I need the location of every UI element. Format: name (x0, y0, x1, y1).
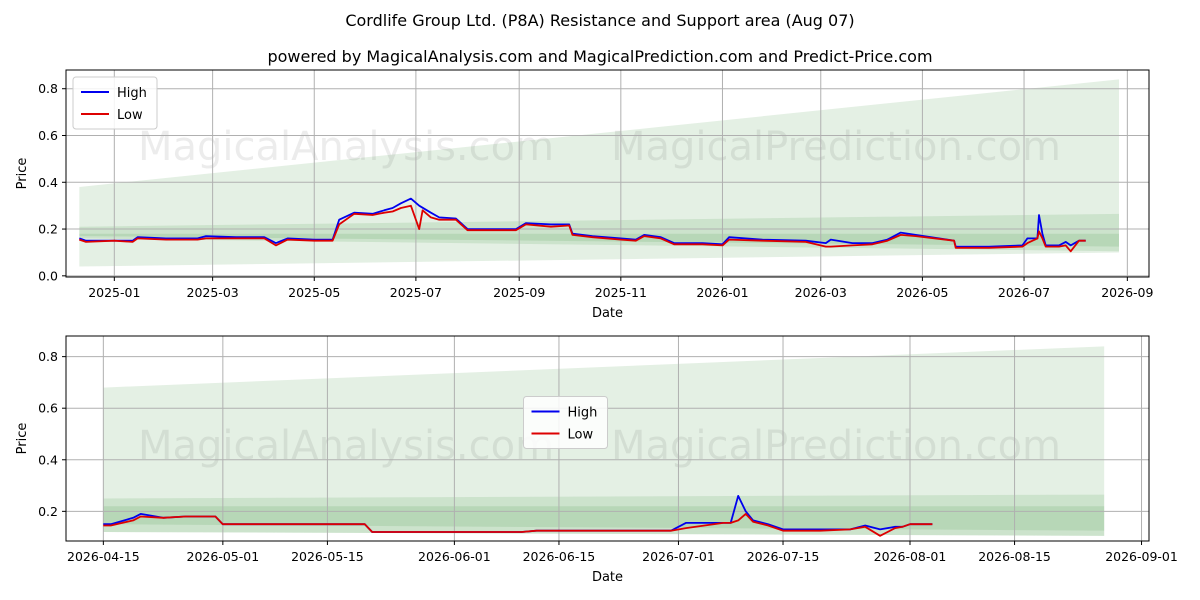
resistance-support-figure: Cordlife Group Ltd. (P8A) Resistance and… (0, 0, 1200, 600)
legend: High Low (72, 76, 158, 130)
x-tick-label: 2026-08-01 (874, 549, 947, 564)
x-tick-label: 2026-07-15 (747, 549, 820, 564)
y-tick-label: 0.2 (38, 222, 58, 237)
legend-label-high: High (568, 406, 598, 421)
y-tick-label: 0.6 (38, 401, 58, 416)
x-tick-label: 2026-07-01 (642, 549, 715, 564)
x-tick-label: 2026-08-15 (978, 549, 1051, 564)
legend-label-high: High (117, 86, 147, 101)
x-tick-label: 2025-09 (493, 285, 545, 300)
y-tick-label: 0.8 (38, 349, 58, 364)
legend-box (72, 76, 158, 130)
watermark-analysis: MagicalAnalysis.com (138, 423, 554, 469)
x-tick-label: 2026-05-01 (187, 549, 260, 564)
x-tick-label: 2025-11 (595, 285, 647, 300)
chart-subtitle: powered by MagicalAnalysis.com and Magic… (267, 47, 932, 66)
x-axis-label: Date (592, 570, 623, 585)
watermark-prediction: MagicalPrediction.com (611, 124, 1061, 170)
x-tick-label: 2025-05 (288, 285, 340, 300)
x-tick-label: 2026-09-01 (1105, 549, 1178, 564)
legend-label-low: Low (568, 428, 594, 443)
y-tick-label: 0.6 (38, 128, 58, 143)
x-tick-label: 2025-07 (390, 285, 442, 300)
x-tick-label: 2026-06-01 (418, 549, 491, 564)
x-tick-label: 2026-07 (998, 285, 1050, 300)
x-tick-label: 2026-03 (795, 285, 847, 300)
chart-title: Cordlife Group Ltd. (P8A) Resistance and… (345, 11, 854, 30)
y-axis-label: Price (15, 423, 30, 455)
legend-label-low: Low (117, 108, 143, 123)
x-tick-label: 2026-06-15 (523, 549, 596, 564)
x-tick-label: 2025-01 (88, 285, 140, 300)
y-tick-label: 0.0 (38, 268, 58, 283)
x-tick-label: 2026-04-15 (67, 549, 140, 564)
y-tick-label: 0.4 (38, 175, 58, 190)
watermark-analysis: MagicalAnalysis.com (138, 124, 554, 170)
y-tick-label: 0.2 (38, 504, 58, 519)
x-axis-label: Date (592, 306, 623, 321)
x-tick-label: 2025-03 (187, 285, 239, 300)
x-tick-label: 2026-01 (696, 285, 748, 300)
y-tick-label: 0.8 (38, 81, 58, 96)
x-tick-label: 2026-09 (1101, 285, 1153, 300)
x-tick-label: 2026-05-15 (291, 549, 364, 564)
y-axis-label: Price (15, 158, 30, 190)
legend: High Low (523, 396, 608, 449)
legend-box (523, 396, 608, 449)
x-tick-label: 2026-05 (896, 285, 948, 300)
y-tick-label: 0.4 (38, 452, 58, 467)
